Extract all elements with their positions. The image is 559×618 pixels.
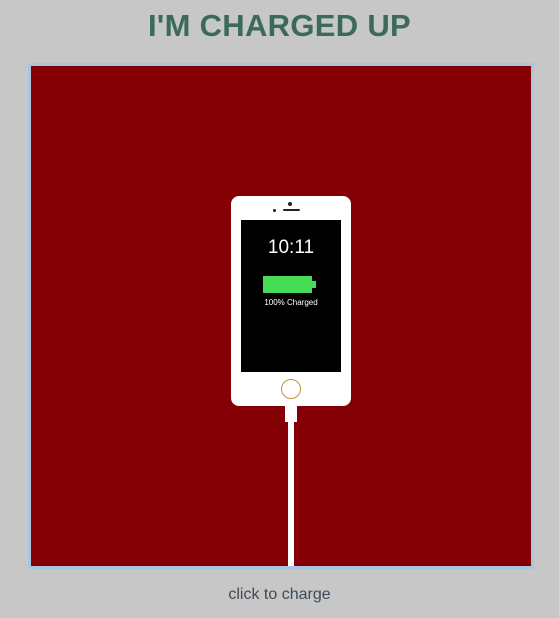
- phone-time: 10:11: [267, 237, 315, 258]
- charging-cable: [288, 418, 294, 566]
- battery-cap-icon: [312, 281, 316, 288]
- phone-screen: 10:11 100% Charged: [241, 220, 341, 372]
- phone-illustration: 10:11 100% Charged: [231, 196, 351, 406]
- battery-full-icon: [263, 276, 312, 293]
- battery-status-text: 100% Charged: [264, 298, 318, 307]
- speaker-icon: [283, 209, 300, 211]
- page-title: I'M CHARGED UP: [147, 8, 412, 43]
- home-button-icon: [281, 379, 301, 399]
- sensor-dot-icon: [273, 209, 276, 212]
- click-to-charge-link[interactable]: click to charge: [0, 585, 559, 605]
- charging-stage[interactable]: 10:11 100% Charged: [28, 63, 534, 569]
- page: I'M CHARGED UP 10:11 100% Charged click …: [0, 0, 559, 618]
- camera-icon: [288, 202, 292, 206]
